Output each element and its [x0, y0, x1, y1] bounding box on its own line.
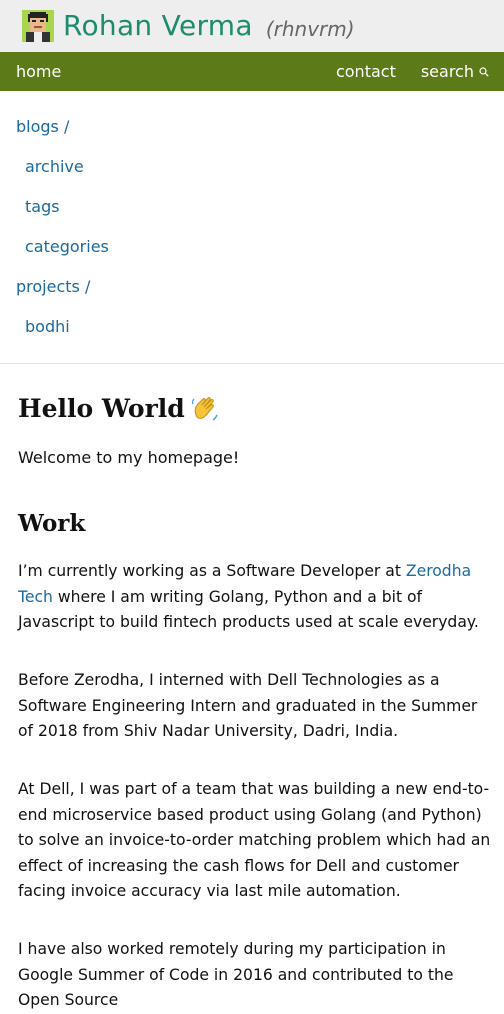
nav-home[interactable]: home	[16, 62, 61, 81]
sidebar-item-tags[interactable]: tags	[25, 197, 60, 217]
paragraph-current-work: I’m currently working as a Software Deve…	[18, 559, 494, 636]
waving-hand-icon	[191, 396, 218, 421]
page-title-text: Hello World	[18, 394, 185, 423]
paragraph-gsoc: I have also worked remotely during my pa…	[18, 940, 454, 1010]
nav-search[interactable]: search	[421, 62, 489, 81]
p1-text-after: where I am writing Golang, Python and a …	[18, 587, 479, 632]
sidebar-menu: blogs / archive tags categories projects…	[0, 91, 504, 364]
nav-search-label: search	[420, 62, 474, 81]
paragraph-dell-intern: Before Zerodha, I interned with Dell Tec…	[18, 671, 478, 741]
sidebar-item-blogs[interactable]: blogs /	[16, 117, 69, 137]
paragraph-dell-work: At Dell, I was part of a team that was b…	[18, 780, 491, 901]
nav-contact[interactable]: contact	[336, 62, 396, 81]
sidebar-item-archive[interactable]: archive	[25, 157, 84, 177]
sidebar-item-categories[interactable]: categories	[25, 237, 109, 257]
page-title: Hello World	[18, 394, 219, 423]
welcome-text: Welcome to my homepage!	[18, 448, 240, 467]
site-title[interactable]: Rohan Verma	[63, 12, 253, 40]
p1-text-before: I’m currently working as a Software Deve…	[18, 562, 401, 580]
sidebar-item-bodhi[interactable]: bodhi	[25, 317, 70, 337]
sidebar-item-projects[interactable]: projects /	[16, 277, 90, 297]
top-navbar: home contact search	[0, 52, 504, 91]
pixel-avatar-icon[interactable]	[22, 10, 54, 42]
work-heading: Work	[18, 510, 86, 537]
site-header: Rohan Verma (rhnvrm)	[0, 0, 504, 52]
site-handle: (rhnvrm)	[265, 17, 355, 41]
magnifier-icon	[479, 66, 489, 77]
